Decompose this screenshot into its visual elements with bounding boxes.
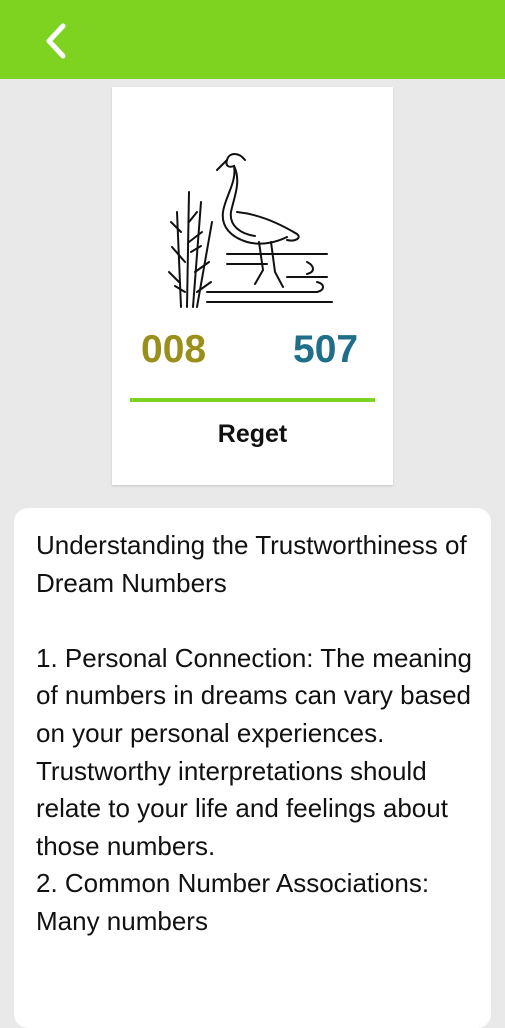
divider bbox=[130, 398, 375, 402]
card-label: Reget bbox=[217, 420, 288, 448]
article-card: Understanding the Trustworthiness of Dre… bbox=[14, 508, 491, 1028]
crane-illustration bbox=[168, 153, 333, 308]
chevron-left-icon bbox=[46, 23, 66, 59]
dream-number-card[interactable]: 008 507 Reget bbox=[112, 87, 393, 485]
back-button[interactable] bbox=[30, 15, 82, 67]
app-bar bbox=[0, 0, 505, 79]
dream-number-short: 008 bbox=[141, 328, 207, 371]
article-text: Understanding the Trustworthiness of Dre… bbox=[36, 530, 473, 936]
dream-number-long: 507 bbox=[293, 328, 359, 371]
